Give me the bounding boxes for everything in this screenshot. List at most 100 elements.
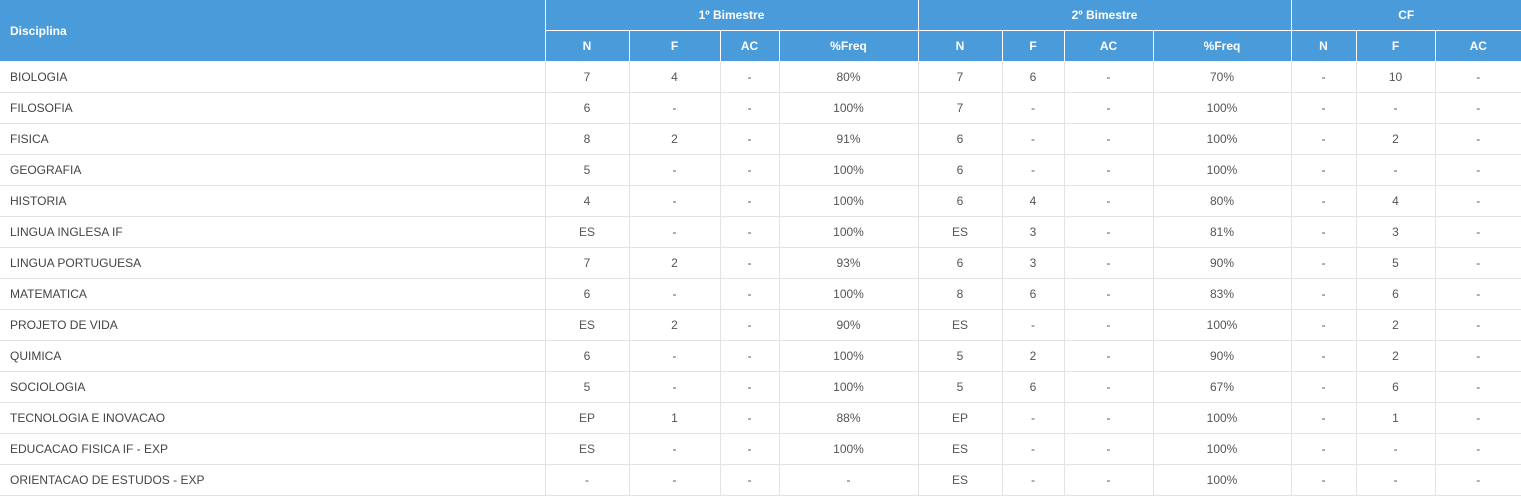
cell-b1-f: -: [629, 278, 721, 310]
cell-cf-f: -: [1356, 92, 1436, 124]
cell-b1-n: 7: [545, 247, 630, 279]
table-row: TECNOLOGIA E INOVACAO EP 1 - 88% EP - - …: [0, 402, 1521, 434]
cell-b2-freq: 80%: [1153, 185, 1292, 217]
cell-b1-n: 6: [545, 92, 630, 124]
cell-b1-f: 1: [629, 402, 721, 434]
cell-b2-n: ES: [918, 433, 1003, 465]
cell-b2-n: 7: [918, 61, 1003, 93]
header-b1-n: N: [545, 30, 630, 62]
cell-cf-f: 5: [1356, 247, 1436, 279]
cell-cf-ac: -: [1435, 464, 1521, 496]
header-cf-f: F: [1356, 30, 1436, 62]
cell-disciplina: ORIENTACAO DE ESTUDOS - EXP: [0, 464, 546, 496]
cell-b1-n: EP: [545, 402, 630, 434]
cell-cf-ac: -: [1435, 216, 1521, 248]
cell-b2-ac: -: [1064, 92, 1154, 124]
cell-b2-f: -: [1002, 123, 1065, 155]
cell-disciplina: QUIMICA: [0, 340, 546, 372]
cell-disciplina: FILOSOFIA: [0, 92, 546, 124]
cell-b1-f: 2: [629, 309, 721, 341]
cell-disciplina: MATEMATICA: [0, 278, 546, 310]
cell-b1-f: -: [629, 154, 721, 186]
cell-cf-n: -: [1291, 154, 1357, 186]
cell-cf-ac: -: [1435, 123, 1521, 155]
cell-b1-n: 5: [545, 154, 630, 186]
cell-b2-f: 6: [1002, 61, 1065, 93]
cell-b2-n: 6: [918, 247, 1003, 279]
cell-b1-f: -: [629, 464, 721, 496]
cell-b2-f: -: [1002, 433, 1065, 465]
cell-b2-ac: -: [1064, 464, 1154, 496]
cell-cf-n: -: [1291, 247, 1357, 279]
cell-b2-freq: 100%: [1153, 309, 1292, 341]
cell-b1-n: ES: [545, 216, 630, 248]
cell-b1-ac: -: [720, 433, 780, 465]
cell-b2-freq: 67%: [1153, 371, 1292, 403]
cell-b2-ac: -: [1064, 123, 1154, 155]
cell-b2-ac: -: [1064, 185, 1154, 217]
cell-b1-n: ES: [545, 309, 630, 341]
cell-disciplina: LINGUA PORTUGUESA: [0, 247, 546, 279]
header-b2-n: N: [918, 30, 1003, 62]
cell-cf-f: -: [1356, 154, 1436, 186]
cell-b2-n: 6: [918, 185, 1003, 217]
table-row: GEOGRAFIA 5 - - 100% 6 - - 100% - - -: [0, 154, 1521, 186]
cell-b1-f: -: [629, 433, 721, 465]
cell-b2-f: -: [1002, 464, 1065, 496]
cell-b1-freq: 80%: [779, 61, 919, 93]
header-group-2-bimestre: 2º Bimestre: [918, 0, 1292, 31]
cell-cf-f: 10: [1356, 61, 1436, 93]
cell-b1-ac: -: [720, 185, 780, 217]
header-group-cf: CF: [1291, 0, 1521, 31]
cell-b1-n: 7: [545, 61, 630, 93]
cell-b1-freq: 100%: [779, 154, 919, 186]
table-row: FISICA 8 2 - 91% 6 - - 100% - 2 -: [0, 123, 1521, 155]
cell-b2-n: 6: [918, 123, 1003, 155]
cell-b2-ac: -: [1064, 309, 1154, 341]
cell-b2-freq: 83%: [1153, 278, 1292, 310]
cell-b2-f: 4: [1002, 185, 1065, 217]
cell-disciplina: HISTORIA: [0, 185, 546, 217]
cell-b1-f: -: [629, 92, 721, 124]
cell-b1-freq: 88%: [779, 402, 919, 434]
cell-cf-f: 6: [1356, 278, 1436, 310]
cell-b1-n: 8: [545, 123, 630, 155]
cell-b1-ac: -: [720, 278, 780, 310]
cell-cf-ac: -: [1435, 278, 1521, 310]
cell-b1-ac: -: [720, 123, 780, 155]
table-row: PROJETO DE VIDA ES 2 - 90% ES - - 100% -…: [0, 309, 1521, 341]
cell-cf-ac: -: [1435, 371, 1521, 403]
header-group-1-bimestre: 1º Bimestre: [545, 0, 919, 31]
cell-b2-ac: -: [1064, 402, 1154, 434]
cell-cf-n: -: [1291, 371, 1357, 403]
cell-b2-freq: 100%: [1153, 123, 1292, 155]
cell-b2-n: ES: [918, 309, 1003, 341]
cell-b1-freq: 100%: [779, 278, 919, 310]
cell-b1-ac: -: [720, 340, 780, 372]
cell-cf-f: 3: [1356, 216, 1436, 248]
cell-b2-n: 6: [918, 154, 1003, 186]
cell-b1-freq: -: [779, 464, 919, 496]
cell-b2-ac: -: [1064, 154, 1154, 186]
cell-b1-freq: 100%: [779, 92, 919, 124]
cell-disciplina: BIOLOGIA: [0, 61, 546, 93]
cell-b2-freq: 100%: [1153, 433, 1292, 465]
cell-disciplina: FISICA: [0, 123, 546, 155]
cell-b1-n: -: [545, 464, 630, 496]
table-row: FILOSOFIA 6 - - 100% 7 - - 100% - - -: [0, 92, 1521, 124]
cell-cf-f: 2: [1356, 340, 1436, 372]
cell-b2-freq: 70%: [1153, 61, 1292, 93]
cell-cf-f: 4: [1356, 185, 1436, 217]
cell-cf-n: -: [1291, 340, 1357, 372]
cell-b1-freq: 90%: [779, 309, 919, 341]
table-row: SOCIOLOGIA 5 - - 100% 5 6 - 67% - 6 -: [0, 371, 1521, 403]
cell-disciplina: GEOGRAFIA: [0, 154, 546, 186]
header-row-groups: Disciplina 1º Bimestre 2º Bimestre CF: [0, 0, 1521, 62]
cell-b1-ac: -: [720, 402, 780, 434]
cell-cf-ac: -: [1435, 61, 1521, 93]
cell-b1-n: ES: [545, 433, 630, 465]
cell-b1-ac: -: [720, 464, 780, 496]
cell-b2-n: ES: [918, 216, 1003, 248]
cell-b2-f: 3: [1002, 247, 1065, 279]
cell-b2-n: 8: [918, 278, 1003, 310]
